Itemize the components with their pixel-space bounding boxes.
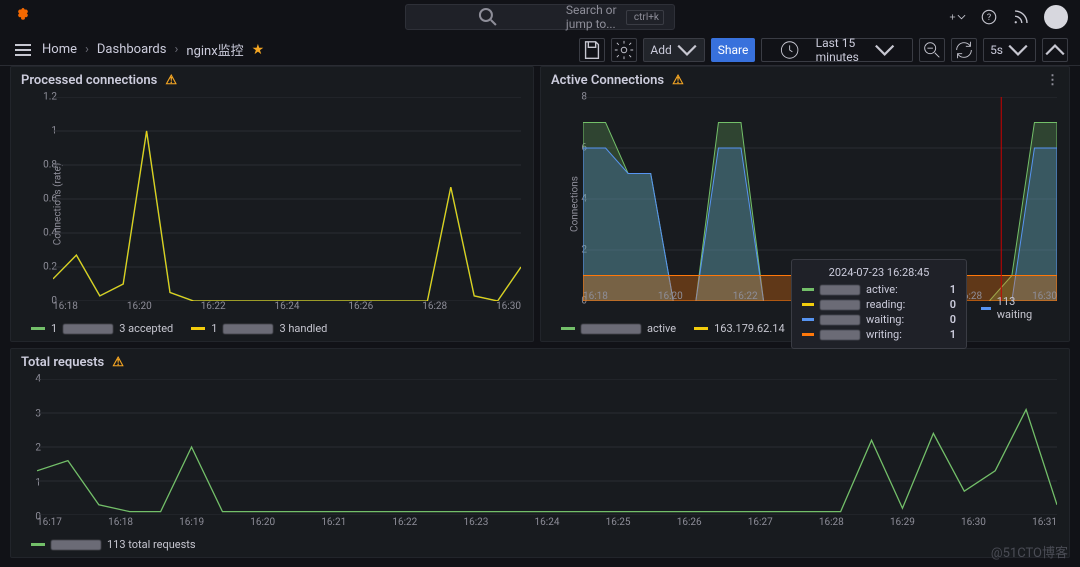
watermark: @51CTO博客 [991, 542, 1068, 561]
zoom-out-icon [920, 39, 944, 61]
panel-legend: 113 total requests [31, 538, 196, 551]
legend-item[interactable]: 113 total requests [31, 538, 196, 551]
legend-item[interactable]: 13 handled [191, 322, 327, 335]
user-avatar[interactable] [1044, 5, 1068, 29]
refresh-button[interactable] [951, 38, 977, 62]
chevron-down-icon [957, 8, 966, 26]
legend-item[interactable]: active [561, 322, 676, 335]
panel-menu-icon[interactable]: ⋮ [1046, 73, 1059, 88]
save-icon [580, 39, 604, 61]
chart-canvas[interactable] [53, 97, 521, 301]
chevron-up-icon [1043, 39, 1067, 61]
breadcrumb-home[interactable]: Home [42, 42, 77, 57]
share-button[interactable]: Share [711, 38, 756, 62]
panel-processed-connections[interactable]: Processed connections ⚠ Connections (rat… [10, 66, 534, 342]
nav-bar: Home › Dashboards › nginx监控 ★ Add Share … [0, 34, 1080, 66]
save-dashboard-button[interactable] [579, 38, 605, 62]
warning-icon[interactable]: ⚠ [165, 73, 177, 88]
search-icon [416, 5, 560, 29]
panel-title: Processed connections [21, 73, 157, 88]
chevron-down-icon [676, 39, 698, 61]
global-search[interactable]: Search or jump to... ctrl+k [405, 4, 675, 30]
chart-tooltip: 2024-07-23 16:28:45 active:1reading:0wai… [791, 259, 967, 349]
help-icon[interactable]: ? [980, 8, 998, 26]
svg-text:?: ? [987, 13, 991, 23]
refresh-icon [952, 39, 976, 61]
chevron-down-icon [1007, 39, 1029, 61]
favorite-star-icon[interactable]: ★ [252, 42, 265, 58]
legend-item[interactable]: 113 waiting [981, 295, 1036, 321]
warning-icon[interactable]: ⚠ [672, 73, 684, 88]
search-placeholder: Search or jump to... [566, 3, 626, 31]
add-button[interactable]: Add [643, 38, 704, 62]
panel-legend: 13 accepted 13 handled [31, 322, 327, 335]
time-range-picker[interactable]: Last 15 minutes [761, 38, 913, 62]
clock-icon [768, 39, 811, 61]
top-bar: Search or jump to... ctrl+k ? [0, 0, 1080, 34]
news-icon[interactable] [1012, 8, 1030, 26]
settings-button[interactable] [611, 38, 637, 62]
breadcrumb-current[interactable]: nginx监控 [186, 40, 243, 59]
warning-icon[interactable]: ⚠ [112, 355, 124, 370]
panel-title: Total requests [21, 355, 104, 370]
breadcrumb: Home › Dashboards › nginx监控 ★ [42, 40, 264, 59]
refresh-interval-picker[interactable]: 5s [983, 38, 1036, 62]
legend-item[interactable]: 13 accepted [31, 322, 173, 335]
breadcrumb-dashboards[interactable]: Dashboards [97, 42, 167, 57]
tooltip-timestamp: 2024-07-23 16:28:45 [802, 266, 956, 279]
panel-title: Active Connections [551, 73, 664, 88]
zoom-out-button[interactable] [919, 38, 945, 62]
legend-item[interactable]: 163.179.62.14 [694, 322, 785, 335]
grafana-logo[interactable] [12, 6, 34, 28]
add-menu[interactable] [948, 8, 966, 26]
search-shortcut: ctrl+k [626, 10, 664, 25]
chevron-down-icon [863, 39, 906, 61]
chart-canvas[interactable] [37, 379, 1057, 515]
collapse-button[interactable] [1042, 38, 1068, 62]
panel-active-connections[interactable]: Active Connections ⚠ ⋮ Connections 02468… [540, 66, 1070, 342]
panel-total-requests[interactable]: Total requests ⚠ 01234 16:1716:1816:1916… [10, 348, 1070, 558]
gear-icon [612, 39, 636, 61]
menu-toggle[interactable] [12, 39, 34, 61]
